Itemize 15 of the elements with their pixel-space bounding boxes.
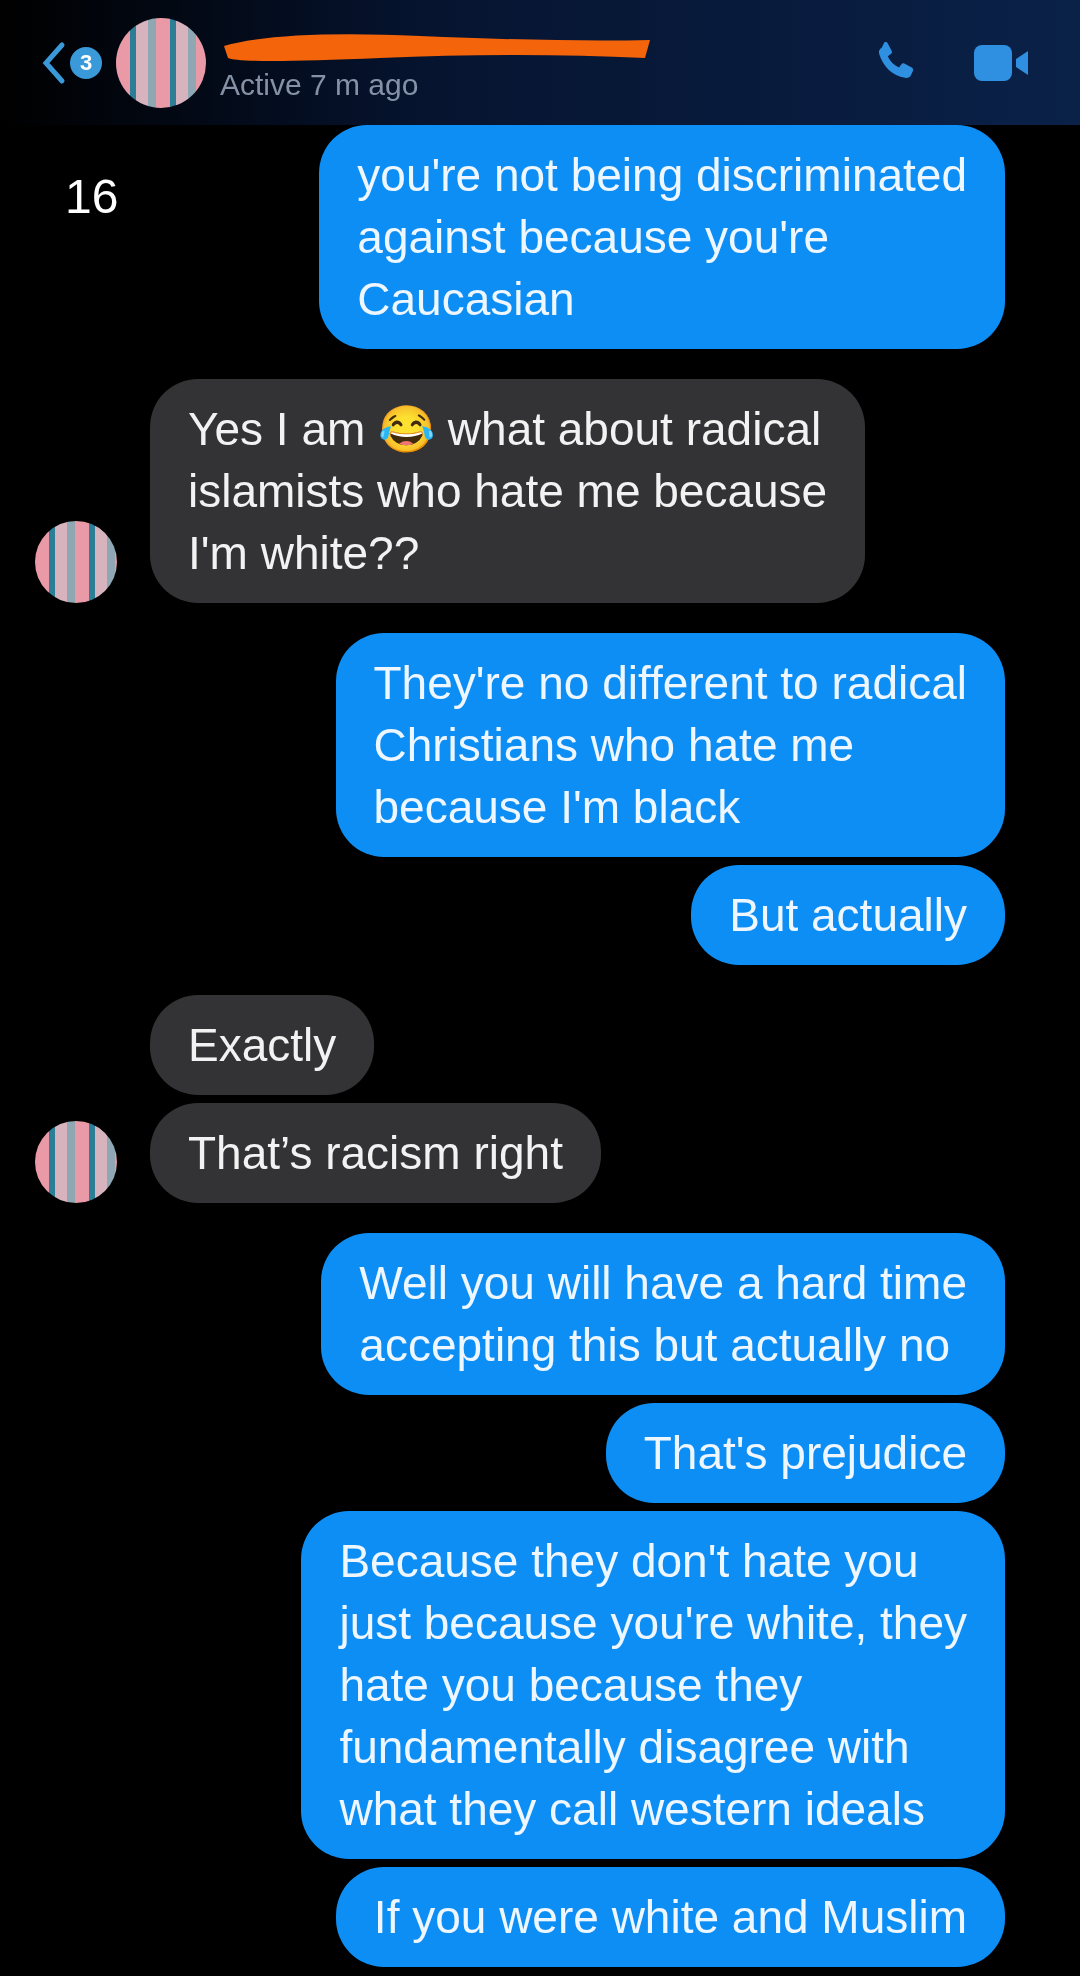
sent-message: Well you will have a hard time accepting this but actually no: [321, 1233, 1005, 1395]
sent-message: Because they don't hate you just because you're white, they hate you because they fundamentally disagree with what they call western ideals: [301, 1511, 1005, 1859]
received-message: Exactly: [150, 995, 375, 1095]
unread-badge: 3: [70, 46, 102, 79]
received-message: That’s racism right: [150, 1103, 601, 1203]
sent-message: They're no different to radical Christians who hate me because I'm black: [335, 633, 1005, 857]
received-message: Yes I am 😂 what about radical islamists who hate me because I'm white??: [150, 379, 866, 603]
sent-message: That's prejudice: [605, 1403, 1005, 1503]
sent-message: you're not being discriminated against because you're Caucasian: [319, 125, 1005, 349]
back-button[interactable]: 3: [40, 40, 102, 85]
active-status: Active 7 m ago: [220, 67, 420, 102]
side-number: 16: [65, 169, 119, 224]
back-chevron-icon: [40, 40, 66, 85]
sent-message: But actually: [691, 865, 1005, 965]
sent-message: If you were white and Muslim: [335, 1867, 1005, 1967]
